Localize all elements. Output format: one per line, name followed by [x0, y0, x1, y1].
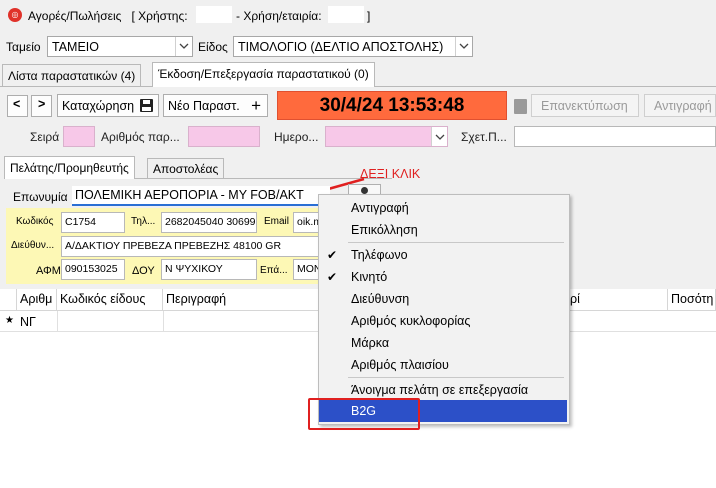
type-value: ΤΙΜΟΛΟΓΙΟ (ΔΕΛΤΙΟ ΑΠΟΣΤΟΛΗΣ) [238, 40, 444, 54]
row-first-cell[interactable]: ΝΓ [20, 315, 36, 329]
chevron-down-icon[interactable] [175, 37, 192, 56]
column-price[interactable]: ρί [567, 289, 668, 311]
user-label: [ Χρήστης: [131, 9, 188, 23]
number-input[interactable] [188, 126, 260, 147]
profession-label: Επά... [260, 265, 288, 276]
forward-button[interactable]: > [31, 95, 52, 117]
check-icon: ✔ [327, 270, 338, 284]
code-field[interactable]: C1754 [61, 212, 125, 233]
menu-separator [348, 377, 564, 378]
menu-item-chassis-number[interactable]: Αριθμός πλαισίου [319, 354, 567, 376]
date-label: Ημερο... [274, 130, 319, 144]
app-title: Αγορές/Πωλήσεις [28, 9, 122, 23]
cashier-value: ΤΑΜΕΙΟ [52, 40, 99, 54]
phone-label: Τηλ... [131, 216, 156, 227]
menu-item-label: Αντιγραφή [351, 201, 409, 215]
type-select[interactable]: ΤΙΜΟΛΟΓΙΟ (ΔΕΛΤΙΟ ΑΠΟΣΤΟΛΗΣ) [233, 36, 473, 57]
phone-field[interactable]: 2682045040 30699 [161, 212, 257, 233]
column-item-code[interactable]: Κωδικός είδους [57, 289, 163, 311]
save-button[interactable]: Καταχώρηση [57, 94, 159, 117]
number-label: Αριθμός παρ... [101, 130, 180, 144]
user-name-redacted [196, 6, 232, 23]
chevron-down-icon[interactable] [431, 127, 447, 146]
related-doc-input[interactable] [514, 126, 716, 147]
context-menu-items: Αντιγραφή Επικόλληση ✔ Τηλέφωνο ✔ Κινητό Δ… [318, 194, 570, 425]
tab-document-edit[interactable]: Έκδοση/Επεξεργασία παραστατικού (0) [152, 62, 375, 87]
column-number[interactable]: Αριθμ [17, 289, 57, 311]
vat-label: ΑΦΜ [36, 265, 61, 277]
menu-item-plate-number[interactable]: Αριθμός κυκλοφορίας [319, 310, 567, 332]
menu-item-mobile[interactable]: ✔ Κινητό [319, 266, 567, 288]
grid-corner [0, 289, 17, 311]
menu-item-brand[interactable]: Μάρκα [319, 332, 567, 354]
tax-office-label: ΔΟΥ [132, 265, 155, 277]
floppy-disk-icon [140, 99, 153, 112]
email-label: Email [264, 216, 290, 227]
tab-document-list[interactable]: Λίστα παραστατικών (4) [2, 64, 142, 86]
cashier-label: Ταμείο [6, 40, 41, 54]
grid-divider [57, 311, 58, 332]
address-label: Διεύθυν... [11, 240, 55, 251]
new-document-label: Νέο Παραστ. [168, 99, 240, 113]
copy-button[interactable]: Αντιγραφή [644, 94, 716, 117]
code-label: Κωδικός [16, 216, 54, 227]
grid-divider [163, 311, 164, 332]
menu-item-phone[interactable]: ✔ Τηλέφωνο [319, 244, 567, 266]
window-title: Αγορές/Πωλήσεις [ Χρήστης: [28, 9, 188, 23]
chevron-down-icon[interactable] [455, 37, 472, 56]
name-label: Επωνυμία [13, 190, 68, 204]
back-button[interactable]: < [7, 95, 28, 117]
app-logo-icon: ◎ [8, 8, 22, 22]
new-row-marker-icon: ★ [5, 315, 14, 326]
menu-item-address[interactable]: Διεύθυνση [319, 288, 567, 310]
date-picker[interactable] [325, 126, 448, 147]
document-icon [514, 99, 527, 114]
series-label: Σειρά [30, 130, 60, 144]
type-label: Είδος [198, 40, 228, 54]
menu-item-label: Επικόλληση [351, 223, 418, 237]
menu-separator [348, 242, 564, 243]
column-quantity[interactable]: Ποσότη [668, 289, 716, 311]
menu-item-label: Διεύθυνση [351, 292, 410, 306]
column-description[interactable]: Περιγραφή [163, 289, 319, 311]
person-icon [361, 187, 368, 194]
year-label: - Χρήση/εταιρία: [236, 9, 322, 23]
tab-sender[interactable]: Αποστολέας [147, 158, 225, 178]
customer-name-input[interactable]: ΠΟΛΕΜΙΚΗ ΑΕΡΟΠΟΡΙΑ - ΜΥ FOB/ΑΚΤ [72, 186, 330, 206]
company-redacted [328, 6, 364, 23]
cashier-select[interactable]: ΤΑΜΕΙΟ [47, 36, 193, 57]
address-field[interactable]: Α/ΔΑΚΤΙΟΥ ΠΡΕΒΕΖΑ ΠΡΕΒΕΖΗΣ 48100 GR [61, 236, 333, 257]
menu-item-label: Αριθμός κυκλοφορίας [351, 314, 471, 328]
check-icon: ✔ [327, 248, 338, 262]
menu-item-label: Μάρκα [351, 336, 390, 350]
menu-item-label: Άνοιγμα πελάτη σε επεξεργασία [351, 383, 529, 397]
b2g-highlight-box [308, 398, 420, 430]
tax-office-field[interactable]: Ν ΨΥΧΙΚΟΥ [161, 259, 257, 280]
title-close-bracket: ] [367, 9, 371, 23]
tab-customer-supplier[interactable]: Πελάτης/Προμηθευτής [4, 156, 135, 179]
plus-icon: + [251, 96, 261, 115]
vat-field[interactable]: 090153025 [61, 259, 125, 280]
menu-item-label: Αριθμός πλαισίου [351, 358, 449, 372]
save-button-label: Καταχώρηση [62, 99, 135, 113]
related-doc-label: Σχετ.Π... [461, 130, 507, 144]
menu-item-copy[interactable]: Αντιγραφή [319, 197, 567, 219]
series-input[interactable] [63, 126, 95, 147]
datetime-display: 30/4/24 13:53:48 [277, 91, 507, 120]
reprint-button[interactable]: Επανεκτύπωση [531, 94, 639, 117]
menu-item-label: Τηλέφωνο [351, 248, 408, 262]
new-document-button[interactable]: Νέο Παραστ. + [163, 94, 268, 117]
menu-item-label: Κινητό [351, 270, 388, 284]
menu-item-paste[interactable]: Επικόλληση [319, 219, 567, 241]
